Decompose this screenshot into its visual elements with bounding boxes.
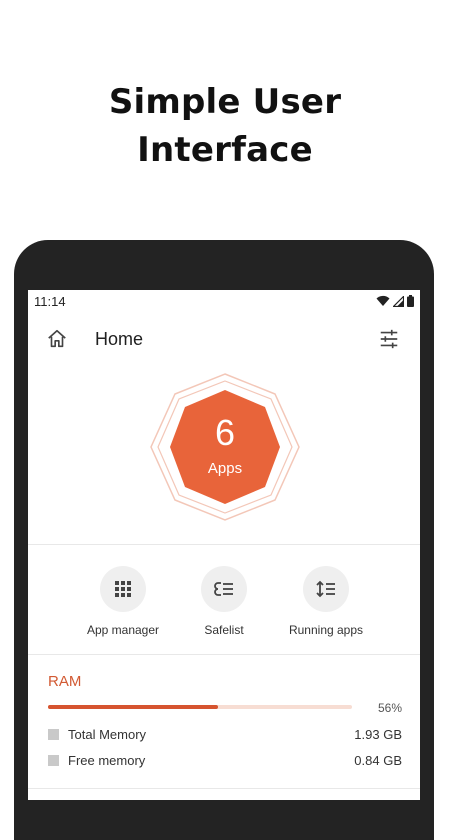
signal-icon xyxy=(393,295,404,307)
running-apps-circle xyxy=(303,566,349,612)
apps-count-badge[interactable]: 6 Apps xyxy=(148,372,302,522)
ram-progress-track xyxy=(48,705,352,709)
grid-icon xyxy=(115,581,131,597)
total-memory-value: 1.93 GB xyxy=(354,727,402,742)
legend-square xyxy=(48,755,59,766)
legend-square xyxy=(48,729,59,740)
divider xyxy=(28,654,420,655)
free-memory-value: 0.84 GB xyxy=(354,753,402,768)
safelist-label: Safelist xyxy=(204,623,244,637)
headline-line-1: Simple User xyxy=(108,82,342,122)
sort-icon xyxy=(316,580,335,598)
quick-actions: App manager Safelist Running apps xyxy=(28,566,420,646)
ram-progress-fill xyxy=(48,705,219,709)
safelist-icon xyxy=(214,582,233,596)
app-manager-label: App manager xyxy=(86,623,160,637)
page-title: Home xyxy=(95,329,144,349)
status-icons xyxy=(376,295,414,307)
app-bar: Home xyxy=(28,314,420,366)
total-memory-label: Total Memory xyxy=(68,727,147,742)
total-memory-row: Total Memory 1.93 GB xyxy=(48,726,402,744)
status-time: 11:14 xyxy=(34,294,66,309)
tune-icon[interactable] xyxy=(378,328,400,350)
divider xyxy=(28,788,420,789)
safelist-circle xyxy=(201,566,247,612)
free-memory-label: Free memory xyxy=(68,753,146,768)
app-manager-button[interactable]: App manager xyxy=(68,566,178,637)
phone-screen: 11:14 Home 6 Apps App manager Safelist R… xyxy=(28,290,420,800)
free-memory-row: Free memory 0.84 GB xyxy=(48,752,402,770)
apps-label: Apps xyxy=(207,460,243,477)
divider xyxy=(28,544,420,545)
running-apps-button[interactable]: Running apps xyxy=(271,566,381,637)
wifi-icon xyxy=(376,295,390,306)
battery-icon xyxy=(407,295,414,307)
ram-title: RAM xyxy=(48,673,82,690)
ram-percent: 56% xyxy=(377,701,402,715)
apps-count: 6 xyxy=(214,412,236,453)
app-manager-circle xyxy=(100,566,146,612)
headline: Simple User Interface xyxy=(0,78,450,174)
status-bar: 11:14 xyxy=(28,290,420,314)
running-apps-label: Running apps xyxy=(288,623,364,637)
safelist-button[interactable]: Safelist xyxy=(169,566,279,637)
home-icon[interactable] xyxy=(46,328,68,350)
headline-line-2: Interface xyxy=(137,130,313,170)
